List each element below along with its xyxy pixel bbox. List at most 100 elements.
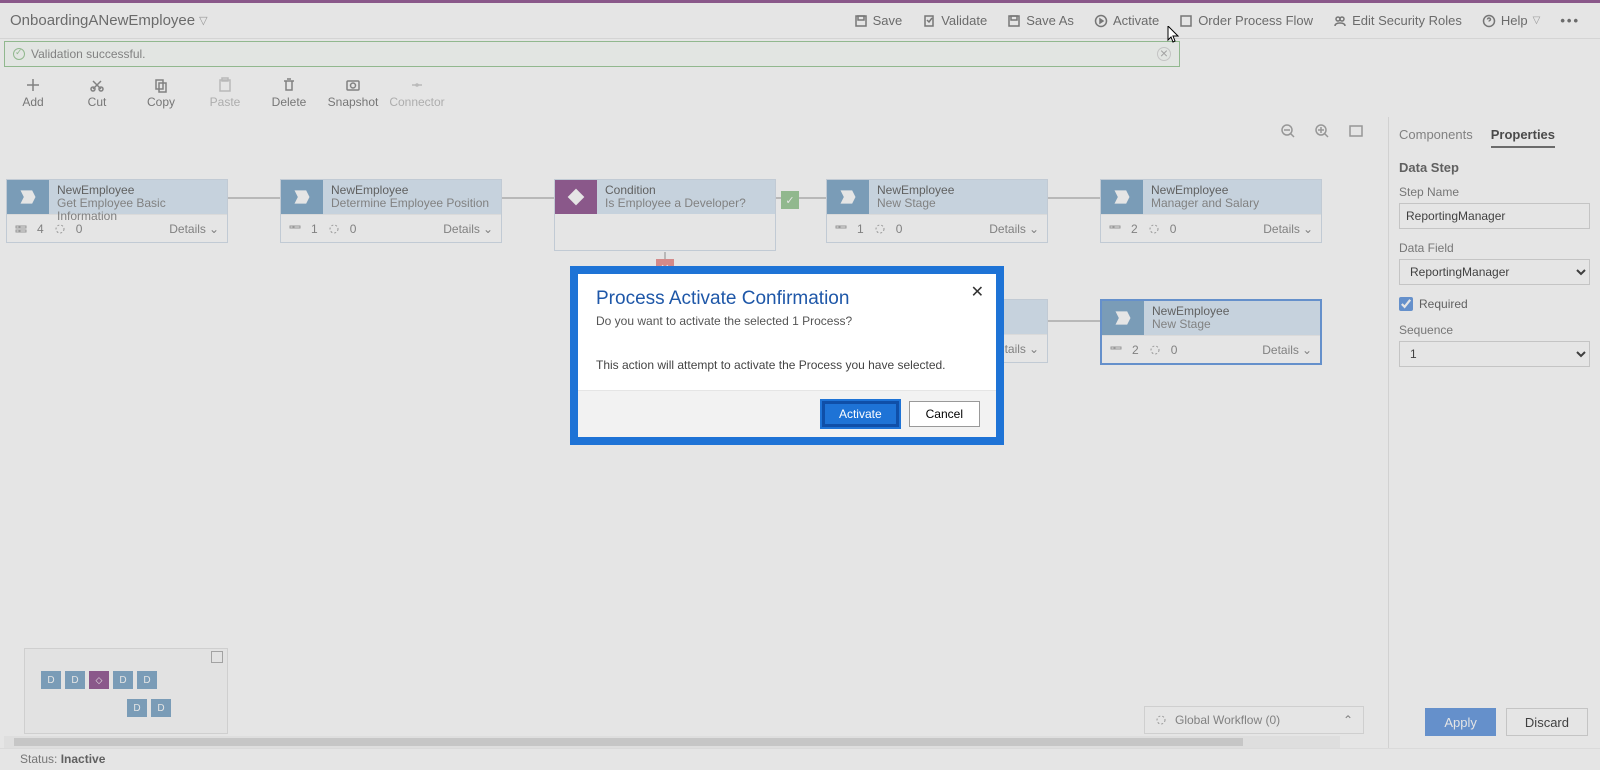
tab-components[interactable]: Components xyxy=(1399,127,1473,148)
chevron-down-icon: ▽ xyxy=(1533,15,1541,26)
check-circle-icon xyxy=(13,48,25,60)
stage-icon xyxy=(827,180,869,214)
save-as-label: Save As xyxy=(1026,13,1074,28)
horizontal-scrollbar[interactable] xyxy=(4,736,1340,748)
wf-count: 0 xyxy=(350,222,357,236)
popout-icon[interactable] xyxy=(211,651,223,663)
more-button[interactable]: ••• xyxy=(1550,5,1590,37)
status-bar: Status: Inactive xyxy=(0,748,1600,770)
minimap-node: ◇ xyxy=(89,671,109,689)
fit-screen-icon[interactable] xyxy=(1348,123,1364,139)
cut-button[interactable]: Cut xyxy=(70,77,124,109)
help-button[interactable]: Help ▽ xyxy=(1472,5,1550,37)
stage-card-selected[interactable]: NewEmployeeNew Stage 2 0 Details⌄ xyxy=(1100,299,1322,365)
activate-label: Activate xyxy=(1113,13,1159,28)
details-toggle[interactable]: Details⌄ xyxy=(443,222,493,236)
stage-card[interactable]: NewEmployeeManager and Salary 2 0 Detail… xyxy=(1100,179,1322,243)
cancel-button[interactable]: Cancel xyxy=(909,401,980,427)
validation-text: Validation successful. xyxy=(31,47,146,61)
close-icon[interactable]: × xyxy=(1157,47,1171,61)
stage-card[interactable]: NewEmployeeDetermine Employee Position 1… xyxy=(280,179,502,243)
dialog-subtitle: Do you want to activate the selected 1 P… xyxy=(596,314,978,328)
status-value: Inactive xyxy=(61,752,106,766)
condition-card[interactable]: ConditionIs Employee a Developer? xyxy=(554,179,776,251)
steps-count: 2 xyxy=(1132,343,1139,357)
edit-roles-button[interactable]: Edit Security Roles xyxy=(1323,5,1472,37)
step-name-input[interactable] xyxy=(1399,203,1590,229)
minimap-node: D xyxy=(151,699,171,717)
chevron-down-icon: ⌄ xyxy=(1303,222,1313,236)
validate-label: Validate xyxy=(941,13,987,28)
process-title[interactable]: OnboardingANewEmployee ▽ xyxy=(10,12,208,29)
minimap-node: D xyxy=(113,671,133,689)
steps-icon xyxy=(289,223,301,235)
close-icon[interactable]: ✕ xyxy=(971,282,984,302)
copy-icon xyxy=(153,77,169,93)
roles-icon xyxy=(1333,14,1347,28)
sequence-select[interactable]: 1 xyxy=(1399,341,1590,367)
required-checkbox-input[interactable] xyxy=(1399,297,1413,311)
global-workflow-bar[interactable]: Global Workflow (0) ⌃ xyxy=(1144,706,1364,734)
save-button[interactable]: Save xyxy=(844,5,913,37)
minimap-node: D xyxy=(65,671,85,689)
copy-button[interactable]: Copy xyxy=(134,77,188,109)
properties-panel: Components Properties Data Step Step Nam… xyxy=(1388,117,1600,748)
wf-count: 0 xyxy=(1171,343,1178,357)
wf-count: 0 xyxy=(1170,222,1177,236)
activate-confirm-button[interactable]: Activate xyxy=(822,401,899,427)
chevron-down-icon: ⌄ xyxy=(483,222,493,236)
details-toggle[interactable]: Details⌄ xyxy=(1262,343,1312,357)
paste-button[interactable]: Paste xyxy=(198,77,252,109)
order-icon xyxy=(1179,14,1193,28)
workflow-icon xyxy=(1149,344,1161,356)
details-toggle[interactable]: Details⌄ xyxy=(169,222,219,236)
dialog-title: Process Activate Confirmation xyxy=(596,288,978,310)
apply-button[interactable]: Apply xyxy=(1425,708,1496,736)
canvas-toolbar: Add Cut Copy Paste Delete Snapshot Conne… xyxy=(0,69,1600,117)
activate-button[interactable]: Activate xyxy=(1084,5,1169,37)
wf-count: 0 xyxy=(76,222,83,236)
paste-icon xyxy=(217,77,233,93)
trash-icon xyxy=(281,77,297,93)
required-label: Required xyxy=(1419,297,1468,311)
details-toggle[interactable]: Details⌄ xyxy=(1263,222,1313,236)
stage-name: New Stage xyxy=(1152,318,1312,331)
save-as-button[interactable]: Save As xyxy=(997,5,1084,37)
stage-card[interactable]: NewEmployeeGet Employee Basic Informatio… xyxy=(6,179,228,243)
stage-icon xyxy=(1102,301,1144,335)
data-field-select[interactable]: ReportingManager xyxy=(1399,259,1590,285)
sequence-label: Sequence xyxy=(1399,323,1590,337)
minimap[interactable]: D D ◇ D D D D xyxy=(24,648,228,734)
connector-button[interactable]: Connector xyxy=(390,77,444,109)
help-label: Help xyxy=(1501,13,1528,28)
details-toggle[interactable]: Details⌄ xyxy=(989,222,1039,236)
step-name-label: Step Name xyxy=(1399,185,1590,199)
workflow-icon xyxy=(1155,714,1167,726)
clipboard-icon xyxy=(922,14,936,28)
zoom-controls xyxy=(1280,123,1364,139)
minimap-node: D xyxy=(41,671,61,689)
branch-yes-badge: ✓ xyxy=(781,191,799,209)
process-title-text: OnboardingANewEmployee xyxy=(10,12,195,29)
steps-icon xyxy=(835,223,847,235)
scissors-icon xyxy=(89,77,105,93)
plus-icon xyxy=(25,77,41,93)
zoom-in-icon[interactable] xyxy=(1314,123,1330,139)
save-icon xyxy=(854,14,868,28)
validate-button[interactable]: Validate xyxy=(912,5,997,37)
required-checkbox[interactable]: Required xyxy=(1399,297,1590,311)
stage-name: Manager and Salary xyxy=(1151,197,1313,210)
order-flow-button[interactable]: Order Process Flow xyxy=(1169,5,1323,37)
stage-card[interactable]: NewEmployeeNew Stage 1 0 Details⌄ xyxy=(826,179,1048,243)
snapshot-button[interactable]: Snapshot xyxy=(326,77,380,109)
discard-button[interactable]: Discard xyxy=(1506,708,1588,736)
zoom-out-icon[interactable] xyxy=(1280,123,1296,139)
delete-button[interactable]: Delete xyxy=(262,77,316,109)
tab-properties[interactable]: Properties xyxy=(1491,127,1555,148)
workflow-icon xyxy=(1148,223,1160,235)
steps-icon xyxy=(15,223,27,235)
steps-count: 2 xyxy=(1131,222,1138,236)
validation-bar: Validation successful. × xyxy=(4,41,1180,67)
add-button[interactable]: Add xyxy=(6,77,60,109)
steps-icon xyxy=(1110,344,1122,356)
